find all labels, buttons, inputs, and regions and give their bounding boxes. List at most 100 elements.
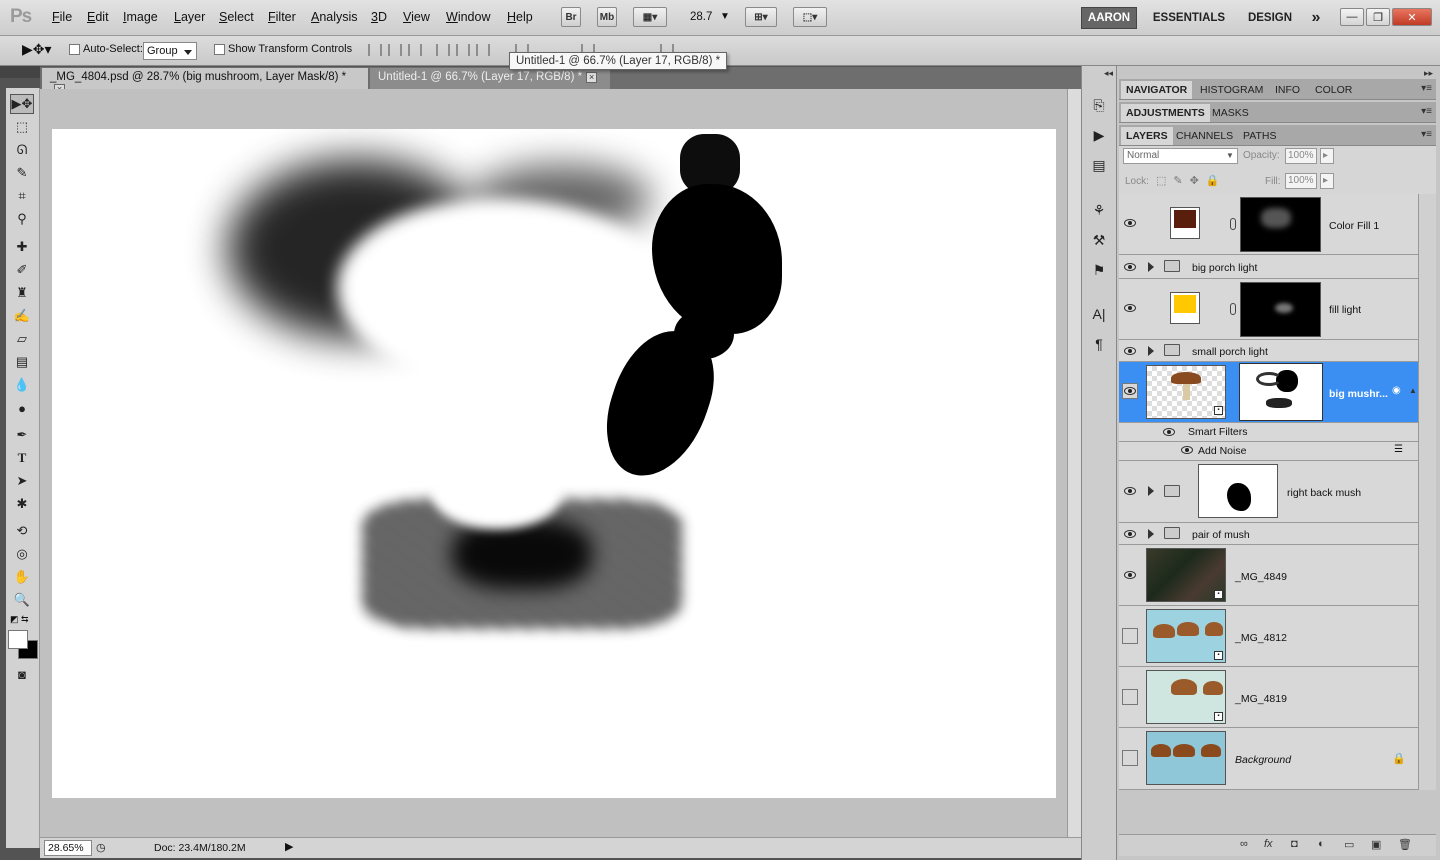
align-top-icon[interactable]	[368, 44, 382, 56]
mask-link-icon[interactable]	[1230, 218, 1236, 230]
tab-color[interactable]: COLOR	[1310, 81, 1357, 99]
vertical-scrollbar[interactable]	[1067, 89, 1081, 837]
visibility-eye-icon[interactable]	[1124, 530, 1136, 538]
workspace-essentials[interactable]: ESSENTIALS	[1145, 7, 1233, 29]
lasso-tool-icon[interactable]: ᘏ	[10, 140, 34, 160]
collapse-filters-icon[interactable]: ▲	[1409, 386, 1417, 395]
foreground-color-swatch[interactable]	[8, 630, 28, 649]
pen-tool-icon[interactable]: ✒	[10, 425, 34, 445]
layer-name[interactable]: big mushr...	[1329, 388, 1388, 400]
brushes-panel-icon[interactable]: ⚘	[1089, 200, 1109, 220]
layer-name[interactable]: small porch light	[1192, 346, 1268, 358]
workspace-aaron[interactable]: AARON	[1081, 7, 1137, 29]
menu-filter[interactable]: Filter	[268, 10, 296, 24]
adjustment-layer-icon[interactable]: ◐	[1318, 838, 1325, 850]
history-panel-icon[interactable]: ⎘	[1089, 95, 1109, 115]
quick-select-tool-icon[interactable]: ✎	[10, 163, 34, 183]
tab-mg4804[interactable]: _MG_4804.psd @ 28.7% (big mushroom, Laye…	[42, 68, 368, 95]
tab-paths[interactable]: PATHS	[1238, 127, 1281, 145]
tab-histogram[interactable]: HISTOGRAM	[1195, 81, 1268, 99]
expand-dock-icon[interactable]: ▸▸	[1424, 68, 1433, 79]
expand-group-icon[interactable]	[1148, 346, 1154, 356]
hand-tool-icon[interactable]: ✋	[10, 567, 34, 587]
eraser-tool-icon[interactable]: ▱	[10, 329, 34, 349]
close-tab-icon[interactable]: ×	[586, 72, 598, 83]
quick-mask-icon[interactable]: ◙	[10, 664, 34, 684]
group-mask-thumbnail[interactable]	[1198, 464, 1278, 518]
status-preview-icon[interactable]: ◷	[96, 841, 106, 854]
collapse-strip-icon[interactable]: ◂◂	[1104, 68, 1113, 79]
transform-controls-checkbox[interactable]	[214, 44, 225, 55]
status-zoom-field[interactable]: 28.65%	[44, 840, 92, 856]
default-colors-icon[interactable]: ◩ ⇆	[10, 614, 29, 625]
color-fill-thumbnail[interactable]	[1170, 207, 1200, 239]
menu-analysis[interactable]: Analysis	[311, 10, 358, 24]
clone-source-icon[interactable]: ⚑	[1089, 260, 1109, 280]
menu-image[interactable]: Image	[123, 10, 158, 24]
layer-thumbnail[interactable]	[1146, 731, 1226, 785]
zoom-tool-icon[interactable]: 🔍	[10, 590, 34, 610]
opacity-field[interactable]: 100%	[1285, 148, 1317, 164]
move-tool-icon[interactable]: ▶✥	[10, 94, 34, 114]
opacity-slider-icon[interactable]: ▸	[1320, 148, 1334, 164]
paragraph-panel-icon[interactable]: ¶	[1089, 334, 1109, 354]
layer-style-icon[interactable]: fx	[1264, 838, 1273, 850]
blending-options-icon[interactable]: ☰	[1394, 444, 1403, 455]
align-bottom-icon[interactable]	[408, 44, 422, 56]
visibility-eye-box[interactable]	[1122, 628, 1138, 644]
gradient-tool-icon[interactable]: ▤	[10, 352, 34, 372]
3d-orbit-tool-icon[interactable]: ◎	[10, 544, 34, 564]
minimize-button[interactable]: —	[1340, 8, 1364, 26]
new-layer-icon[interactable]: ▣	[1371, 838, 1381, 851]
tab-layers[interactable]: LAYERS	[1121, 127, 1173, 145]
smart-filter-indicator-icon[interactable]: ◉	[1392, 385, 1401, 396]
actions-panel-icon[interactable]: ▶	[1089, 125, 1109, 145]
menu-select[interactable]: Select	[219, 10, 254, 24]
expand-group-icon[interactable]	[1148, 486, 1154, 496]
layer-row-add-noise[interactable]	[1119, 442, 1418, 461]
menu-view[interactable]: View	[403, 10, 430, 24]
menu-help[interactable]: Help	[507, 10, 533, 24]
layer-mask-thumbnail[interactable]	[1239, 363, 1323, 421]
layer-name[interactable]: pair of mush	[1192, 529, 1250, 541]
blend-dropdown-icon[interactable]: ▼	[1226, 151, 1234, 160]
3d-rotate-tool-icon[interactable]: ⟲	[10, 521, 34, 541]
menu-layer[interactable]: Layer	[174, 10, 205, 24]
workspace-more-icon[interactable]: »	[1305, 7, 1327, 29]
auto-select-checkbox[interactable]	[69, 44, 80, 55]
layer-name[interactable]: Background	[1235, 754, 1291, 766]
tool-presets-icon[interactable]: ⚒	[1089, 230, 1109, 250]
healing-brush-tool-icon[interactable]: ✚	[10, 237, 34, 257]
path-selection-tool-icon[interactable]: ➤	[10, 471, 34, 491]
arrange-documents-button[interactable]: ⊞▾	[745, 7, 777, 27]
status-menu-arrow-icon[interactable]: ▶	[285, 840, 293, 853]
character-panel-icon[interactable]: A|	[1089, 304, 1109, 324]
eyedropper-tool-icon[interactable]: ⚲	[10, 209, 34, 229]
type-tool-icon[interactable]: T	[10, 448, 34, 468]
clone-stamp-tool-icon[interactable]: ♜	[10, 283, 34, 303]
dodge-tool-icon[interactable]: ●	[10, 398, 34, 418]
fill-field[interactable]: 100%	[1285, 173, 1317, 189]
tab-masks[interactable]: MASKS	[1207, 104, 1254, 122]
visibility-eye-icon[interactable]	[1124, 347, 1136, 355]
history-brush-tool-icon[interactable]: ✍	[10, 306, 34, 326]
visibility-eye-icon[interactable]	[1124, 487, 1136, 495]
screen-mode-button[interactable]: ⬚▾	[793, 7, 827, 27]
fill-slider-icon[interactable]: ▸	[1320, 173, 1334, 189]
zoom-dropdown-icon[interactable]: ▼	[720, 11, 730, 22]
zoom-level[interactable]: 28.7	[690, 11, 712, 23]
auto-select-dropdown[interactable]: Group	[143, 42, 197, 60]
layer-name[interactable]: fill light	[1329, 304, 1361, 316]
visibility-eye-box[interactable]	[1122, 750, 1138, 766]
visibility-eye-icon[interactable]	[1124, 387, 1136, 395]
visibility-eye-box[interactable]	[1122, 689, 1138, 705]
brush-tool-icon[interactable]: ✐	[10, 260, 34, 280]
visibility-eye-icon[interactable]	[1181, 446, 1193, 454]
color-fill-thumbnail[interactable]	[1170, 292, 1200, 324]
layer-name[interactable]: Color Fill 1	[1329, 220, 1379, 232]
link-layers-icon[interactable]: ∞	[1240, 838, 1248, 850]
new-group-icon[interactable]: ▭	[1344, 838, 1354, 851]
layer-mask-thumbnail[interactable]	[1240, 197, 1321, 252]
tab-navigator[interactable]: NAVIGATOR	[1121, 81, 1193, 99]
restore-button[interactable]: ❐	[1366, 8, 1390, 26]
